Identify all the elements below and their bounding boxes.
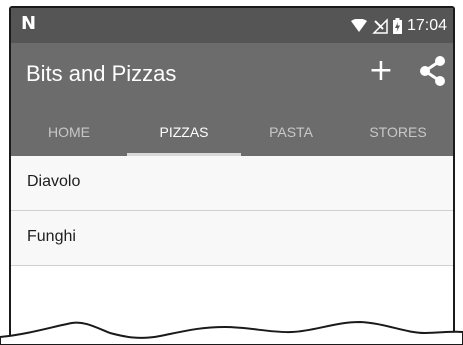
no-signal-icon: [372, 17, 388, 34]
status-icons: 17:04: [350, 8, 447, 43]
tab-bar: HOME PIZZAS PASTA STORES: [11, 108, 453, 156]
app-bar: Bits and Pizzas +: [11, 43, 453, 108]
status-bar: N 17:04: [11, 8, 453, 43]
share-button[interactable]: [419, 55, 447, 87]
tab-pasta[interactable]: PASTA: [241, 108, 341, 156]
add-button[interactable]: +: [367, 56, 395, 86]
tab-stores[interactable]: STORES: [341, 108, 453, 156]
tab-pizzas[interactable]: PIZZAS: [127, 108, 241, 156]
wifi-icon: [350, 18, 367, 32]
add-icon: +: [368, 53, 394, 88]
notification-icon: N: [21, 13, 36, 34]
share-icon: [420, 56, 445, 86]
list-item-label: Funghi: [27, 228, 76, 245]
list-item-diavolo[interactable]: Diavolo: [11, 156, 453, 211]
list-item-label: Diavolo: [27, 173, 81, 190]
battery-icon: [392, 17, 402, 34]
tab-home[interactable]: HOME: [11, 108, 127, 156]
status-time: 17:04: [406, 16, 447, 34]
phone-screen: N 17:04 Bits and Pizzas + HOME PIZZAS PA…: [9, 6, 455, 345]
app-title: Bits and Pizzas: [26, 61, 177, 86]
list-item-funghi[interactable]: Funghi: [11, 211, 453, 266]
